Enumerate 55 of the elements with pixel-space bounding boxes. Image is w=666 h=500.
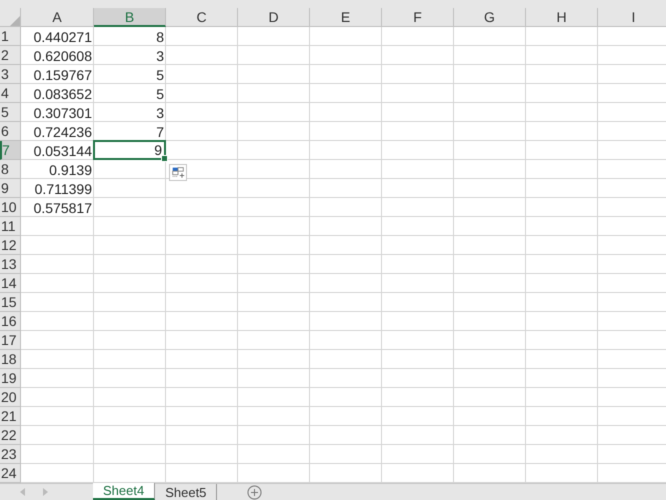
table-cell: 8 <box>156 28 164 44</box>
row-header[interactable]: 10 <box>0 198 21 217</box>
column-header[interactable]: C <box>166 8 238 27</box>
row-header[interactable]: 21 <box>0 407 21 426</box>
next-sheet-icon[interactable] <box>43 488 48 496</box>
table-cell: 7 <box>156 124 164 140</box>
row-header[interactable]: 23 <box>0 445 21 464</box>
column-header[interactable]: D <box>238 8 310 27</box>
row-header[interactable]: 20 <box>0 388 21 407</box>
row-header[interactable]: 2 <box>0 46 21 65</box>
row-header[interactable]: 15 <box>0 293 21 312</box>
row-header[interactable]: 17 <box>0 331 21 350</box>
row-header[interactable]: 5 <box>0 103 21 122</box>
row-header[interactable]: 11 <box>0 217 21 236</box>
row-header[interactable]: 22 <box>0 426 21 445</box>
row-header[interactable]: 3 <box>0 65 21 84</box>
column-header[interactable]: A <box>21 8 94 27</box>
table-cell: 3 <box>156 48 164 64</box>
row-header[interactable]: 19 <box>0 369 21 388</box>
table-cell: 3 <box>156 104 164 120</box>
table-cell: 0.575817 <box>34 200 92 216</box>
table-cell: 5 <box>156 86 164 102</box>
table-cell: 0.440271 <box>34 28 92 44</box>
column-header[interactable]: G <box>454 8 526 27</box>
column-header[interactable]: I <box>598 8 666 27</box>
row-header[interactable]: 9 <box>0 179 21 198</box>
row-header[interactable]: 7 <box>0 141 21 160</box>
table-cell: 0.053144 <box>34 142 92 158</box>
table-cell: 0.159767 <box>34 66 92 82</box>
column-header[interactable]: F <box>382 8 454 27</box>
row-header[interactable]: 14 <box>0 274 21 293</box>
row-header[interactable]: 24 <box>0 464 21 483</box>
table-cell: 0.724236 <box>34 124 92 140</box>
row-header[interactable]: 1 <box>0 27 21 46</box>
row-header[interactable]: 12 <box>0 236 21 255</box>
row-header[interactable]: 4 <box>0 84 21 103</box>
row-header[interactable]: 8 <box>0 160 21 179</box>
sheet-tab[interactable]: Sheet4 <box>93 483 156 500</box>
table-cell: 5 <box>156 66 164 82</box>
row-header[interactable]: 13 <box>0 255 21 274</box>
column-header[interactable]: E <box>310 8 382 27</box>
table-cell: 0.083652 <box>34 86 92 102</box>
table-cell: 0.9139 <box>49 162 92 178</box>
table-cell: 0.307301 <box>34 104 92 120</box>
column-header[interactable]: H <box>526 8 598 27</box>
quick-analysis-button[interactable] <box>169 164 187 181</box>
column-header[interactable]: B <box>94 8 166 27</box>
row-header[interactable]: 16 <box>0 312 21 331</box>
table-cell: 0.620608 <box>34 48 92 64</box>
table-cell: 0.711399 <box>34 180 92 196</box>
previous-sheet-icon[interactable] <box>20 488 25 496</box>
row-header[interactable]: 18 <box>0 350 21 369</box>
selected-cell[interactable]: 9 <box>93 140 166 160</box>
add-sheet-icon[interactable] <box>247 484 262 500</box>
row-header[interactable]: 6 <box>0 122 21 141</box>
